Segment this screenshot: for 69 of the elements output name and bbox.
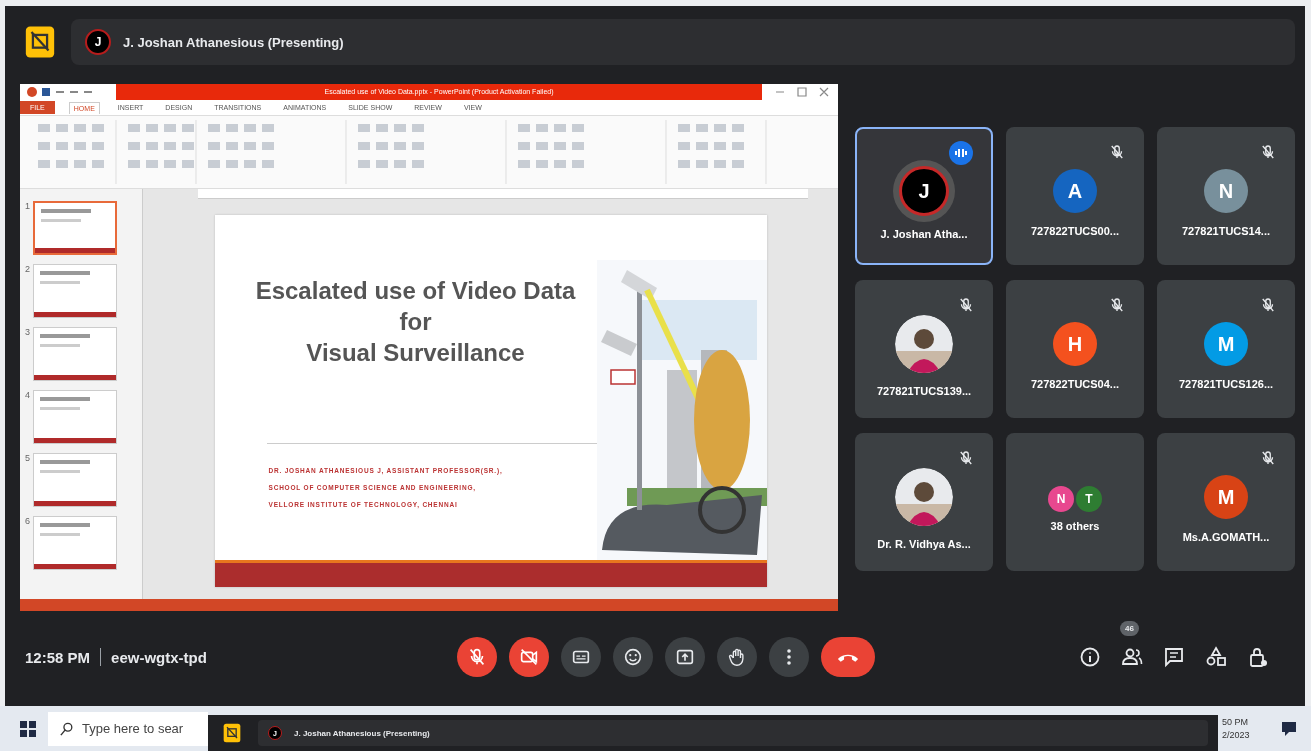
- participant-name: Ms.A.GOMATH...: [1182, 531, 1270, 543]
- participant-name: Dr. R. Vidhya As...: [877, 538, 971, 550]
- captions-button[interactable]: [561, 637, 601, 677]
- participant-tile[interactable]: M 727821TUCS126...: [1157, 280, 1295, 418]
- slide-thumbnail[interactable]: [33, 264, 117, 318]
- others-count: 38 others: [1050, 520, 1100, 532]
- participant-name: 727822TUCS00...: [1030, 225, 1120, 237]
- leave-call-button[interactable]: [821, 637, 875, 677]
- participant-tile[interactable]: A 727822TUCS00...: [1006, 127, 1144, 265]
- clock-time: 12:58 PM: [25, 648, 91, 666]
- chat-icon[interactable]: [1162, 645, 1186, 669]
- participant-tile[interactable]: H 727822TUCS04...: [1006, 280, 1144, 418]
- avatar: H: [1053, 322, 1097, 366]
- avatar: M: [1204, 475, 1248, 519]
- speaking-indicator-icon: [949, 141, 973, 165]
- participant-tile[interactable]: N T 38 others: [1006, 433, 1144, 571]
- slide-thumbnail[interactable]: [33, 390, 117, 444]
- slide-thumbnail[interactable]: [33, 516, 117, 570]
- slide-number: 1: [24, 201, 30, 211]
- slide-number: 5: [24, 453, 30, 463]
- participant-name: 727821TUCS139...: [876, 385, 972, 397]
- notification-icon[interactable]: [1279, 719, 1298, 738]
- participant-tile[interactable]: Dr. R. Vidhya As...: [855, 433, 993, 571]
- avatar: N: [1048, 486, 1074, 512]
- slide-thumbnail[interactable]: [33, 327, 117, 381]
- camera-off-icon: [518, 646, 540, 668]
- presentation-icon: [222, 722, 242, 744]
- present-button[interactable]: [665, 637, 705, 677]
- slide-title: Escalated use of Video Data for Visual Surveillance: [254, 276, 577, 368]
- participant-tile[interactable]: 727821TUCS139...: [855, 280, 993, 418]
- search-icon: [60, 721, 74, 736]
- meeting-code: eew-wgtx-tpd: [111, 648, 207, 666]
- participant-tile[interactable]: N 727821TUCS14...: [1157, 127, 1295, 265]
- windows-start-icon[interactable]: [20, 720, 36, 737]
- participant-name: J. Joshan Atha...: [880, 228, 968, 240]
- raise-hand-button[interactable]: [717, 637, 757, 677]
- presentation-icon: [23, 23, 57, 61]
- slide-thumbnail[interactable]: [33, 453, 117, 507]
- presenter-name: J. Joshan Athanesious (Presenting): [294, 728, 430, 738]
- emoji-icon: [622, 646, 644, 668]
- participant-name: 727821TUCS126...: [1178, 378, 1274, 390]
- slide-thumbnail[interactable]: [33, 201, 117, 255]
- slide-number: 3: [24, 327, 30, 337]
- more-options-button[interactable]: [769, 637, 809, 677]
- hang-up-icon: [837, 652, 859, 662]
- presenter-name: J. Joshan Athanesious (Presenting): [123, 34, 344, 50]
- participant-tile[interactable]: J J. Joshan Atha...: [855, 127, 993, 265]
- slide-number: 2: [24, 264, 30, 274]
- info-icon[interactable]: [1078, 645, 1102, 669]
- participant-count: 46: [1120, 621, 1139, 636]
- camera-button[interactable]: [509, 637, 549, 677]
- participant-name: 727822TUCS04...: [1030, 378, 1120, 390]
- participant-tile[interactable]: M Ms.A.GOMATH...: [1157, 433, 1295, 571]
- search-placeholder: Type here to sear: [82, 721, 184, 736]
- slide-number: 6: [24, 516, 30, 526]
- avatar: J: [85, 29, 111, 55]
- avatar: N: [1204, 169, 1248, 213]
- avatar: A: [1053, 169, 1097, 213]
- slide-number: 4: [24, 390, 30, 400]
- clock-date: 2/2023: [1222, 730, 1250, 740]
- participant-name: 727821TUCS14...: [1181, 225, 1271, 237]
- avatar: T: [1076, 486, 1102, 512]
- more-icon: [786, 648, 792, 666]
- reactions-button[interactable]: [613, 637, 653, 677]
- microphone-button[interactable]: [457, 637, 497, 677]
- avatar: M: [1204, 322, 1248, 366]
- search-field[interactable]: Type here to sear: [48, 711, 208, 746]
- shapes-icon[interactable]: [1204, 645, 1228, 669]
- clock-time: 50 PM: [1222, 717, 1249, 727]
